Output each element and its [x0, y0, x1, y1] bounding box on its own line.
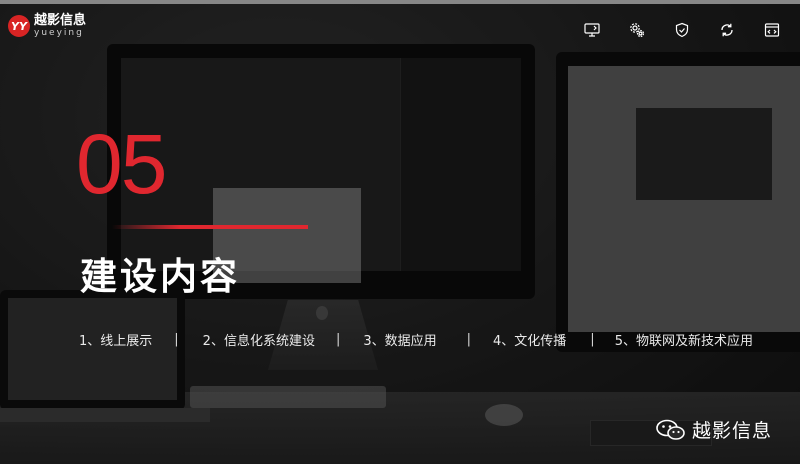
content-item: 4、文化传播 [493, 334, 567, 349]
top-icon-bar [583, 21, 781, 39]
item-separator: | [466, 332, 472, 347]
content-item: 2、信息化系统建设 [202, 334, 315, 349]
watermark-text: 越影信息 [692, 420, 773, 442]
logo-text: 越影信息 yueying [34, 14, 86, 38]
logo-name-en: yueying [34, 28, 84, 38]
section-number: 05 [76, 117, 167, 211]
wechat-icon [656, 419, 686, 441]
item-separator: | [174, 332, 179, 347]
monitor-cast-icon[interactable] [583, 21, 601, 39]
content-item: 5、物联网及新技术应用 [614, 334, 753, 349]
content-item: 3、数据应用 [363, 334, 437, 349]
content-item: 1、线上展示 [79, 334, 153, 349]
shield-check-icon[interactable] [673, 21, 691, 39]
gears-icon[interactable] [628, 21, 646, 39]
item-separator: | [335, 332, 341, 347]
accent-line [112, 225, 308, 229]
wechat-watermark: 越影信息 [656, 416, 772, 443]
logo-name-cn: 越影信息 [34, 13, 87, 28]
item-separator: | [590, 332, 595, 347]
section-title: 建设内容 [80, 255, 240, 298]
sync-icon[interactable] [718, 21, 736, 39]
slide-background: YY 越影信息 yueying 05 建设内容 1、线上展示 | 2、信息化系统… [0, 0, 800, 464]
logo-mark-icon: YY [8, 15, 30, 37]
content-item-list: 1、线上展示 | 2、信息化系统建设 | 3、数据应用 | 4、文化传播 | 5… [79, 330, 753, 349]
dark-overlay [0, 0, 800, 464]
brand-logo[interactable]: YY 越影信息 yueying [8, 14, 86, 38]
code-window-icon[interactable] [763, 21, 781, 39]
